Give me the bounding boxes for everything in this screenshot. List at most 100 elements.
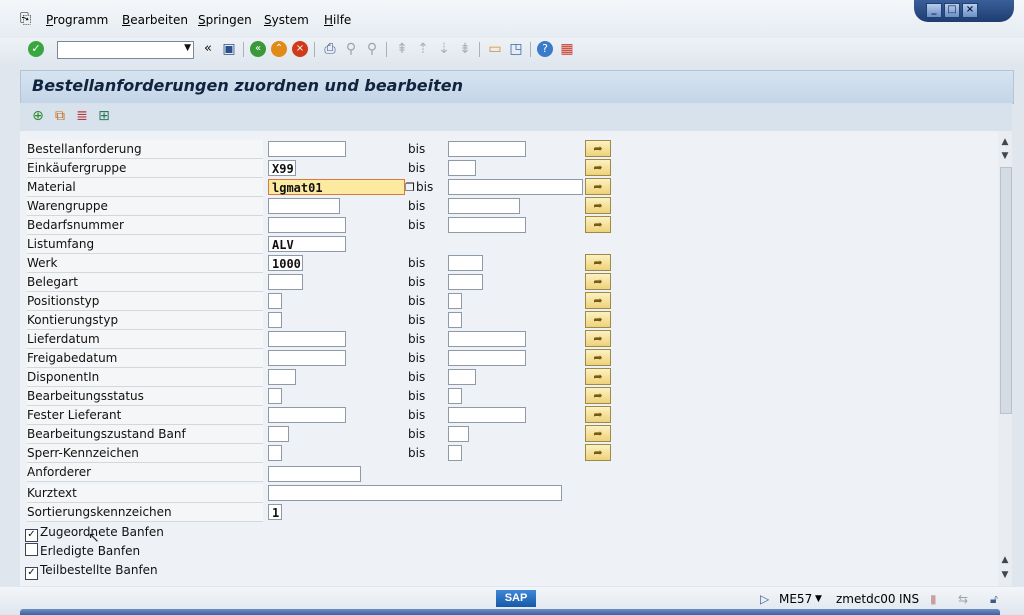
help-icon[interactable]: ?	[537, 41, 553, 57]
checkbox[interactable]: ✓	[25, 529, 38, 542]
bedarfsnummer-low-input[interactable]	[268, 217, 346, 233]
scroll-down-icon[interactable]: ▼	[1000, 151, 1010, 161]
multiple-selection-button[interactable]: ➦	[585, 140, 611, 157]
chevron-down-icon[interactable]: ▼	[815, 594, 822, 604]
multiple-selection-button[interactable]: ➦	[585, 273, 611, 290]
menu-system[interactable]: System	[264, 13, 309, 27]
checkbox-teilbestellte-banfen[interactable]: ✓ Teilbestellte Banfen	[25, 561, 158, 580]
bedarfsnummer-high-input[interactable]	[448, 217, 526, 233]
disponentin-high-input[interactable]	[448, 369, 476, 385]
chevron-down-icon[interactable]: ▼	[184, 43, 191, 53]
bearbeitungszustand-low-input[interactable]	[268, 426, 289, 442]
command-field[interactable]: ▼	[57, 41, 194, 59]
bis-label: bis	[408, 446, 426, 460]
scroll-thumb[interactable]	[1000, 167, 1012, 414]
listumfang-input[interactable]: ALV	[268, 236, 346, 252]
scroll-up-icon[interactable]: ▲	[1000, 137, 1010, 147]
scroll-down-icon[interactable]: ▼	[1000, 570, 1010, 580]
multiple-selection-button[interactable]: ➦	[585, 311, 611, 328]
prev-page-icon[interactable]: ⇡	[414, 40, 432, 58]
multiple-selection-button[interactable]: ➦	[585, 159, 611, 176]
freigabedatum-high-input[interactable]	[448, 350, 526, 366]
selection-options-icon[interactable]: ≣	[73, 107, 91, 125]
kontierungstyp-low-input[interactable]	[268, 312, 282, 328]
bestellanforderung-low-input[interactable]	[268, 141, 346, 157]
einkaeufergruppe-low-input[interactable]: X99	[268, 160, 296, 176]
multiple-selection-button[interactable]: ➦	[585, 178, 611, 195]
bearbeitungsstatus-low-input[interactable]	[268, 388, 282, 404]
checkbox[interactable]	[25, 543, 38, 556]
menu-hilfe[interactable]: Hilfe	[324, 13, 351, 27]
bearbeitungszustand-high-input[interactable]	[448, 426, 469, 442]
variant-icon[interactable]: ⧉	[51, 107, 69, 125]
lieferdatum-low-input[interactable]	[268, 331, 346, 347]
layout-icon[interactable]: ▦	[558, 40, 576, 58]
dynamic-selection-icon[interactable]: ⊞	[95, 107, 113, 125]
shortcut-icon[interactable]: ◳	[507, 40, 525, 58]
material-high-input[interactable]	[448, 179, 583, 195]
multiple-selection-button[interactable]: ➦	[585, 406, 611, 423]
execute-icon[interactable]: ⊕	[29, 107, 47, 125]
kurztext-input[interactable]	[268, 485, 562, 501]
menu-icon[interactable]: ⎘	[20, 11, 31, 27]
multiple-selection-button[interactable]: ➦	[585, 292, 611, 309]
multiple-selection-button[interactable]: ➦	[585, 216, 611, 233]
sperr-kennzeichen-high-input[interactable]	[448, 445, 462, 461]
belegart-low-input[interactable]	[268, 274, 303, 290]
multiple-selection-button[interactable]: ➦	[585, 444, 611, 461]
menu-programm[interactable]: Programm	[46, 13, 108, 27]
bestellanforderung-high-input[interactable]	[448, 141, 526, 157]
warengruppe-low-input[interactable]	[268, 198, 340, 214]
print-icon[interactable]: ⎙	[321, 40, 339, 58]
play-icon[interactable]: ▷	[760, 592, 769, 606]
lieferdatum-high-input[interactable]	[448, 331, 526, 347]
last-page-icon[interactable]: ⇟	[456, 40, 474, 58]
sperr-kennzeichen-low-input[interactable]	[268, 445, 282, 461]
multiple-selection-button[interactable]: ➦	[585, 349, 611, 366]
multiple-selection-button[interactable]: ➦	[585, 425, 611, 442]
multiple-selection-button[interactable]: ➦	[585, 330, 611, 347]
close-icon[interactable]: ×	[962, 3, 978, 18]
back-double-icon[interactable]: «	[199, 40, 217, 58]
einkaeufergruppe-high-input[interactable]	[448, 160, 476, 176]
maximize-icon[interactable]: □	[944, 3, 960, 18]
exit-icon[interactable]: ⌃	[271, 41, 287, 57]
disponentin-low-input[interactable]	[268, 369, 296, 385]
werk-high-input[interactable]	[448, 255, 483, 271]
vertical-scrollbar[interactable]: ▲ ▼ ▲ ▼	[998, 131, 1012, 586]
find-icon[interactable]: ⚲	[342, 40, 360, 58]
find-next-icon[interactable]: ⚲	[363, 40, 381, 58]
first-page-icon[interactable]: ⇞	[393, 40, 411, 58]
back-icon[interactable]: «	[250, 41, 266, 57]
werk-low-input[interactable]: 1000	[268, 255, 303, 271]
anforderer-input[interactable]	[268, 466, 361, 482]
material-low-input[interactable]: lgmat01	[268, 179, 405, 195]
multiple-selection-button[interactable]: ➦	[585, 254, 611, 271]
kontierungstyp-high-input[interactable]	[448, 312, 462, 328]
mouse-cursor-icon: ↖	[88, 530, 100, 546]
value-help-icon[interactable]: ❐	[405, 181, 415, 194]
checkbox-erledigte-banfen[interactable]: Erledigte Banfen	[25, 542, 140, 560]
new-session-icon[interactable]: ▭	[486, 40, 504, 58]
menu-springen[interactable]: Springen	[198, 13, 252, 27]
save-icon[interactable]: ▣	[220, 40, 238, 58]
checkbox[interactable]: ✓	[25, 567, 38, 580]
next-page-icon[interactable]: ⇣	[435, 40, 453, 58]
cancel-icon[interactable]: ×	[292, 41, 308, 57]
positionstyp-low-input[interactable]	[268, 293, 282, 309]
menu-bearbeiten[interactable]: Bearbeiten	[122, 13, 188, 27]
scroll-up-icon[interactable]: ▲	[1000, 555, 1010, 565]
positionstyp-high-input[interactable]	[448, 293, 462, 309]
freigabedatum-low-input[interactable]	[268, 350, 346, 366]
enter-icon[interactable]: ✓	[28, 41, 44, 57]
fester-lieferant-high-input[interactable]	[448, 407, 526, 423]
belegart-high-input[interactable]	[448, 274, 483, 290]
multiple-selection-button[interactable]: ➦	[585, 197, 611, 214]
fester-lieferant-low-input[interactable]	[268, 407, 346, 423]
warengruppe-high-input[interactable]	[448, 198, 520, 214]
minimize-icon[interactable]: _	[926, 3, 942, 18]
bearbeitungsstatus-high-input[interactable]	[448, 388, 462, 404]
multiple-selection-button[interactable]: ➦	[585, 368, 611, 385]
multiple-selection-button[interactable]: ➦	[585, 387, 611, 404]
sortierungskennzeichen-input[interactable]: 1	[268, 504, 282, 520]
